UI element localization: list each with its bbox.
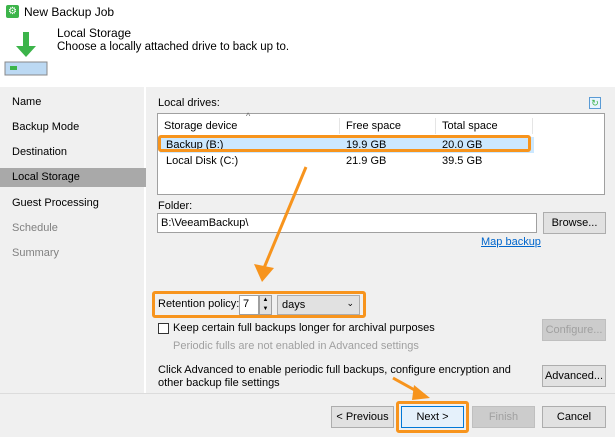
app-gear-icon: ⚙: [6, 5, 19, 18]
step-destination[interactable]: Destination: [0, 143, 146, 162]
step-schedule: Schedule: [12, 222, 58, 234]
wizard-header: ⚙ New Backup Job Local Storage Choose a …: [0, 0, 615, 87]
step-local-storage[interactable]: Local Storage: [0, 168, 146, 187]
step-name[interactable]: Name: [0, 93, 146, 112]
step-summary: Summary: [12, 247, 60, 259]
footer-divider: [0, 393, 615, 394]
archival-checkbox[interactable]: [158, 323, 169, 334]
window-title: New Backup Job: [24, 5, 115, 19]
map-backup-link[interactable]: Map backup: [481, 236, 541, 248]
finish-button: Finish: [472, 406, 535, 428]
configure-button: Configure...: [542, 319, 606, 341]
local-drives-label: Local drives:: [158, 97, 220, 109]
highlight-retention: [152, 291, 366, 318]
previous-button[interactable]: < Previous: [331, 406, 394, 428]
folder-label: Folder:: [158, 200, 193, 212]
advanced-description: Click Advanced to enable periodic full b…: [158, 364, 511, 389]
folder-input[interactable]: B:\VeeamBackup\: [157, 213, 537, 233]
column-header-free-space[interactable]: Free space: [340, 118, 436, 134]
cell-total: 39.5 GB: [442, 155, 483, 167]
highlight-selected-drive: [158, 135, 531, 152]
wizard-steps: Name Backup Mode Destination Local Stora…: [0, 87, 146, 393]
step-backup-mode[interactable]: Backup Mode: [0, 118, 146, 137]
local-storage-icon: [4, 32, 48, 76]
step-guest-processing[interactable]: Guest Processing: [0, 194, 146, 213]
browse-button[interactable]: Browse...: [543, 212, 606, 234]
column-header-storage-device[interactable]: Storage device: [158, 118, 340, 134]
cell-free: 21.9 GB: [346, 155, 387, 167]
page-subtitle: Choose a locally attached drive to back …: [57, 41, 290, 53]
refresh-icon[interactable]: ↻: [589, 97, 601, 109]
cancel-button[interactable]: Cancel: [542, 406, 606, 428]
highlight-next: [396, 401, 469, 433]
column-header-total-space[interactable]: Total space: [436, 118, 533, 134]
arrow-head-icon: [254, 264, 274, 282]
advanced-button[interactable]: Advanced...: [542, 365, 606, 387]
archival-label[interactable]: Keep certain full backups longer for arc…: [173, 322, 435, 334]
archival-note: Periodic fulls are not enabled in Advanc…: [173, 340, 419, 352]
cell-device: Local Disk (C:): [166, 155, 239, 167]
page-title: Local Storage: [57, 26, 132, 40]
drives-list[interactable]: ^ Storage device Free space Total space …: [157, 111, 605, 195]
table-row[interactable]: Local Disk (C:) 21.9 GB 39.5 GB: [160, 153, 534, 169]
